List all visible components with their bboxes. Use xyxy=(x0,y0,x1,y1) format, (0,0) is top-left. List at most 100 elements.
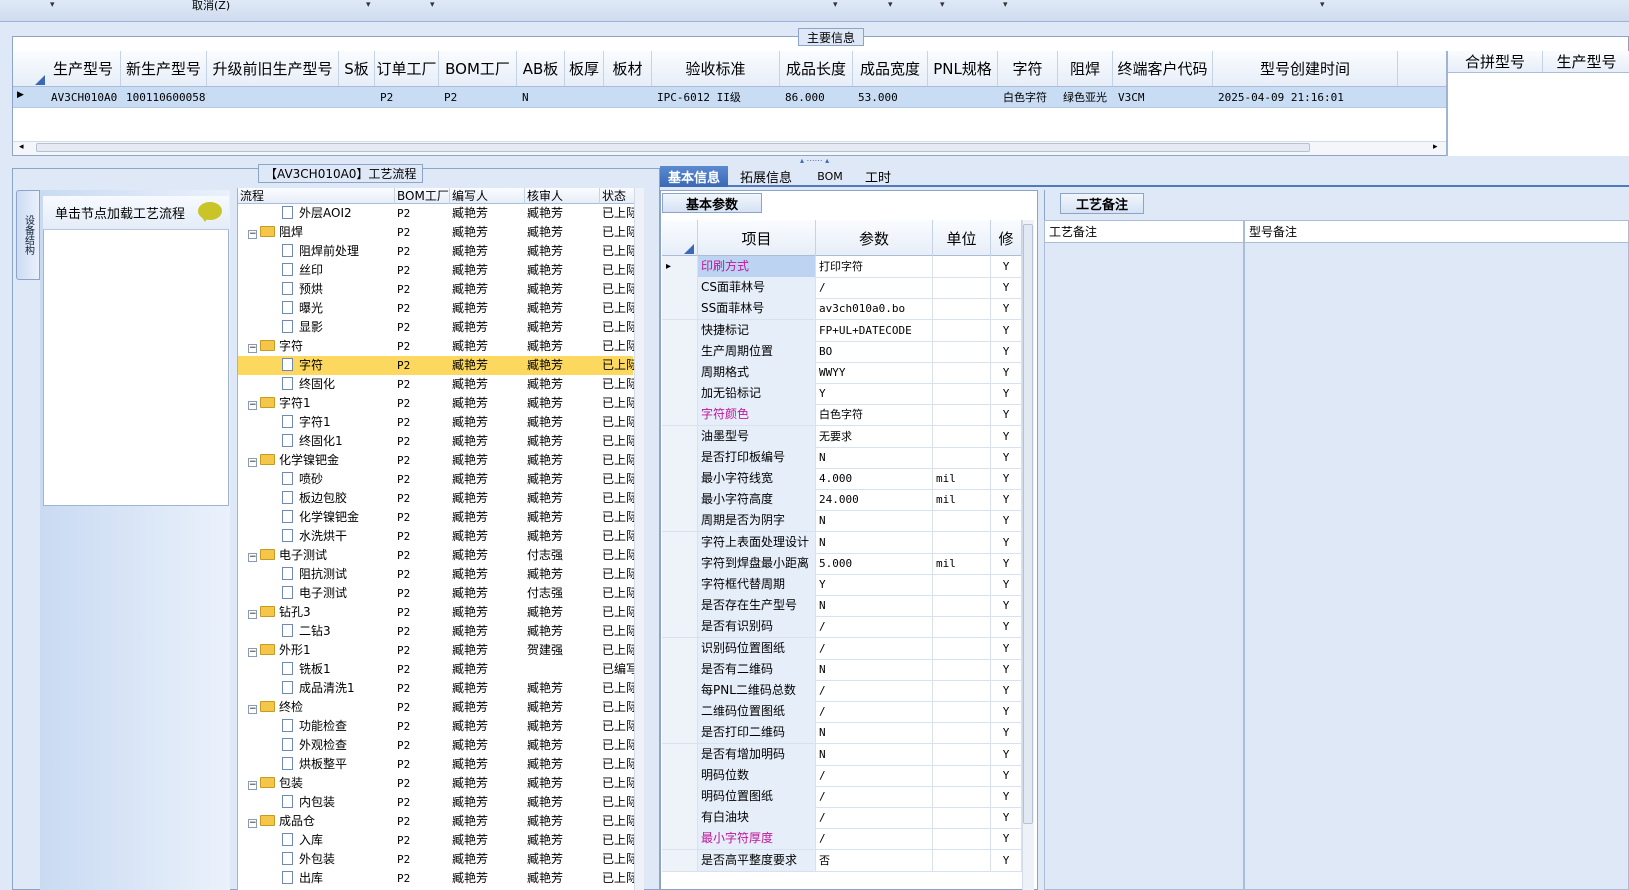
chevron-down-icon[interactable]: ▾ xyxy=(940,0,945,10)
param-row[interactable]: 油墨型号 无要求 Y xyxy=(662,425,1022,448)
tree-row[interactable]: 板边包胶 P2 臧艳芳 臧艳芳 已上际 xyxy=(238,489,634,508)
param-row[interactable]: 字符颜色 白色字符 Y xyxy=(662,404,1022,427)
row-indicator[interactable] xyxy=(662,658,698,680)
row-indicator[interactable] xyxy=(662,637,698,659)
param-cell-unit[interactable] xyxy=(933,743,991,765)
merge-column-header[interactable]: 生产型号 xyxy=(1543,51,1629,72)
param-cell-value[interactable]: / xyxy=(816,764,933,786)
param-cell-mod[interactable]: Y xyxy=(991,701,1022,723)
row-indicator[interactable] xyxy=(662,362,698,383)
chevron-down-icon[interactable]: ▾ xyxy=(1003,0,1008,10)
collapse-icon[interactable]: − xyxy=(248,705,257,714)
tree-row[interactable]: − 阻焊 P2 臧艳芳 臧艳芳 已上际 xyxy=(238,223,634,242)
scroll-left-icon[interactable]: ◂ xyxy=(19,142,24,152)
param-row[interactable]: CS面菲林号 / Y xyxy=(662,277,1022,300)
tree-row[interactable]: 终固化1 P2 臧艳芳 臧艳芳 已上际 xyxy=(238,432,634,451)
row-indicator[interactable] xyxy=(662,404,698,426)
tree-row[interactable]: 字符1 P2 臧艳芳 臧艳芳 已上际 xyxy=(238,413,634,432)
main-info-cell[interactable]: AV3CH010A0 xyxy=(48,87,121,107)
row-indicator[interactable] xyxy=(662,277,698,299)
tree-row[interactable]: − 成品仓 P2 臧艳芳 臧艳芳 已上际 xyxy=(238,812,634,831)
tree-row[interactable]: 显影 P2 臧艳芳 臧艳芳 已上际 xyxy=(238,318,634,337)
tree-row[interactable]: 电子测试 P2 臧艳芳 付志强 已上际 xyxy=(238,584,634,603)
collapse-icon[interactable]: − xyxy=(248,610,257,619)
tree-row[interactable]: − 字符 P2 臧艳芳 臧艳芳 已上际 xyxy=(238,337,634,356)
param-cell-unit[interactable] xyxy=(933,658,991,680)
param-cell-value[interactable]: N xyxy=(816,722,933,744)
tree-row[interactable]: 铣板1 P2 臧艳芳 已编写 xyxy=(238,660,634,679)
param-cell-value[interactable]: 白色字符 xyxy=(816,404,933,426)
column-header[interactable]: 升级前旧生产型号 xyxy=(207,51,339,86)
column-header[interactable]: 板材 xyxy=(604,51,652,86)
tree-row[interactable]: 外观检查 P2 臧艳芳 臧艳芳 已上际 xyxy=(238,736,634,755)
params-scroll-thumb[interactable] xyxy=(1023,224,1033,824)
param-cell-unit[interactable] xyxy=(933,722,991,744)
param-row[interactable]: 识别码位置图纸 / Y xyxy=(662,637,1022,660)
param-row[interactable]: 二维码位置图纸 / Y xyxy=(662,701,1022,724)
param-cell-mod[interactable]: Y xyxy=(991,489,1022,511)
param-cell-unit[interactable] xyxy=(933,574,991,595)
tab-bom[interactable]: BOM xyxy=(806,166,854,187)
param-cell-mod[interactable]: Y xyxy=(991,574,1022,595)
scroll-right-icon[interactable]: ▸ xyxy=(1433,142,1438,152)
param-cell-mod[interactable]: Y xyxy=(991,425,1022,447)
param-cell-unit[interactable] xyxy=(933,595,991,617)
param-cell-mod[interactable]: Y xyxy=(991,404,1022,426)
column-header[interactable]: 型号创建时间 xyxy=(1213,51,1398,86)
main-info-cell[interactable]: V3CM xyxy=(1115,87,1213,107)
column-header[interactable]: PNL规格 xyxy=(928,51,998,86)
tree-row[interactable]: 喷砂 P2 臧艳芳 臧艳芳 已上际 xyxy=(238,470,634,489)
tree-row[interactable]: 曝光 P2 臧艳芳 臧艳芳 已上际 xyxy=(238,299,634,318)
param-row[interactable]: 字符上表面处理设计 N Y xyxy=(662,531,1022,554)
row-indicator[interactable] xyxy=(662,425,698,447)
column-header[interactable]: AB板 xyxy=(517,51,565,86)
param-cell-value[interactable]: 4.000 xyxy=(816,468,933,489)
param-cell-value[interactable]: BO xyxy=(816,340,933,362)
chevron-down-icon[interactable]: ▾ xyxy=(1320,0,1325,10)
param-row[interactable]: 最小字符厚度 / Y xyxy=(662,828,1022,851)
param-row[interactable]: 加无铅标记 Y Y xyxy=(662,383,1022,406)
tree-row[interactable]: 字符 P2 臧艳芳 臧艳芳 已上际 xyxy=(238,356,634,375)
param-row[interactable]: 字符框代替周期 Y Y xyxy=(662,574,1022,596)
param-row[interactable]: 是否打印板编号 N Y xyxy=(662,446,1022,469)
param-row[interactable]: 生产周期位置 BO Y xyxy=(662,340,1022,363)
param-row[interactable]: 明码位置图纸 / Y xyxy=(662,786,1022,808)
param-cell-value[interactable]: Y xyxy=(816,574,933,595)
param-cell-mod[interactable]: Y xyxy=(991,531,1022,553)
tree-row[interactable]: 阻抗测试 P2 臧艳芳 臧艳芳 已上际 xyxy=(238,565,634,584)
main-info-cell[interactable]: 绿色亚光 xyxy=(1060,87,1113,107)
column-header[interactable]: 订单工厂 xyxy=(375,51,439,86)
param-cell-mod[interactable]: Y xyxy=(991,552,1022,574)
tree-row[interactable]: − 化学镍钯金 P2 臧艳芳 臧艳芳 已上际 xyxy=(238,451,634,470)
param-cell-value[interactable]: 5.000 xyxy=(816,552,933,574)
param-row[interactable]: 最小字符高度 24.000 mil Y xyxy=(662,489,1022,512)
main-info-cell[interactable] xyxy=(209,87,339,107)
column-header[interactable]: BOM工厂 xyxy=(439,51,517,86)
row-indicator[interactable] xyxy=(662,489,698,511)
param-cell-mod[interactable]: Y xyxy=(991,298,1022,320)
param-cell-value[interactable]: Y xyxy=(816,383,933,405)
column-header[interactable]: 验收标准 xyxy=(652,51,780,86)
param-cell-value[interactable]: / xyxy=(816,680,933,701)
collapse-icon[interactable]: − xyxy=(248,819,257,828)
row-indicator[interactable] xyxy=(662,340,698,362)
row-indicator[interactable] xyxy=(662,764,698,786)
column-header[interactable]: S板 xyxy=(339,51,375,86)
column-header[interactable]: 生产型号 xyxy=(46,51,121,86)
main-info-cell[interactable] xyxy=(341,87,375,107)
tree-row[interactable]: − 字符1 P2 臧艳芳 臧艳芳 已上际 xyxy=(238,394,634,413)
row-indicator[interactable] xyxy=(662,849,698,871)
param-cell-value[interactable]: / xyxy=(816,637,933,659)
row-indicator[interactable] xyxy=(662,298,698,320)
main-info-row[interactable]: ▶ AV3CH010A010011060005815P2P2NIPC-6012 … xyxy=(13,87,1446,108)
param-cell-value[interactable]: FP+UL+DATECODE xyxy=(816,319,933,341)
tab-extended-info[interactable]: 拓展信息 xyxy=(730,166,802,187)
chevron-down-icon[interactable]: ▾ xyxy=(430,0,435,10)
param-cell-mod[interactable]: Y xyxy=(991,764,1022,786)
param-row[interactable]: 是否有二维码 N Y xyxy=(662,658,1022,681)
row-indicator[interactable] xyxy=(662,531,698,553)
column-header[interactable]: 成品长度 xyxy=(780,51,853,86)
param-row[interactable]: 是否高平整度要求否 Y xyxy=(662,849,1022,872)
param-cell-unit[interactable] xyxy=(933,383,991,405)
param-row[interactable]: SS面菲林号 av3ch010a0.bo Y xyxy=(662,298,1022,321)
